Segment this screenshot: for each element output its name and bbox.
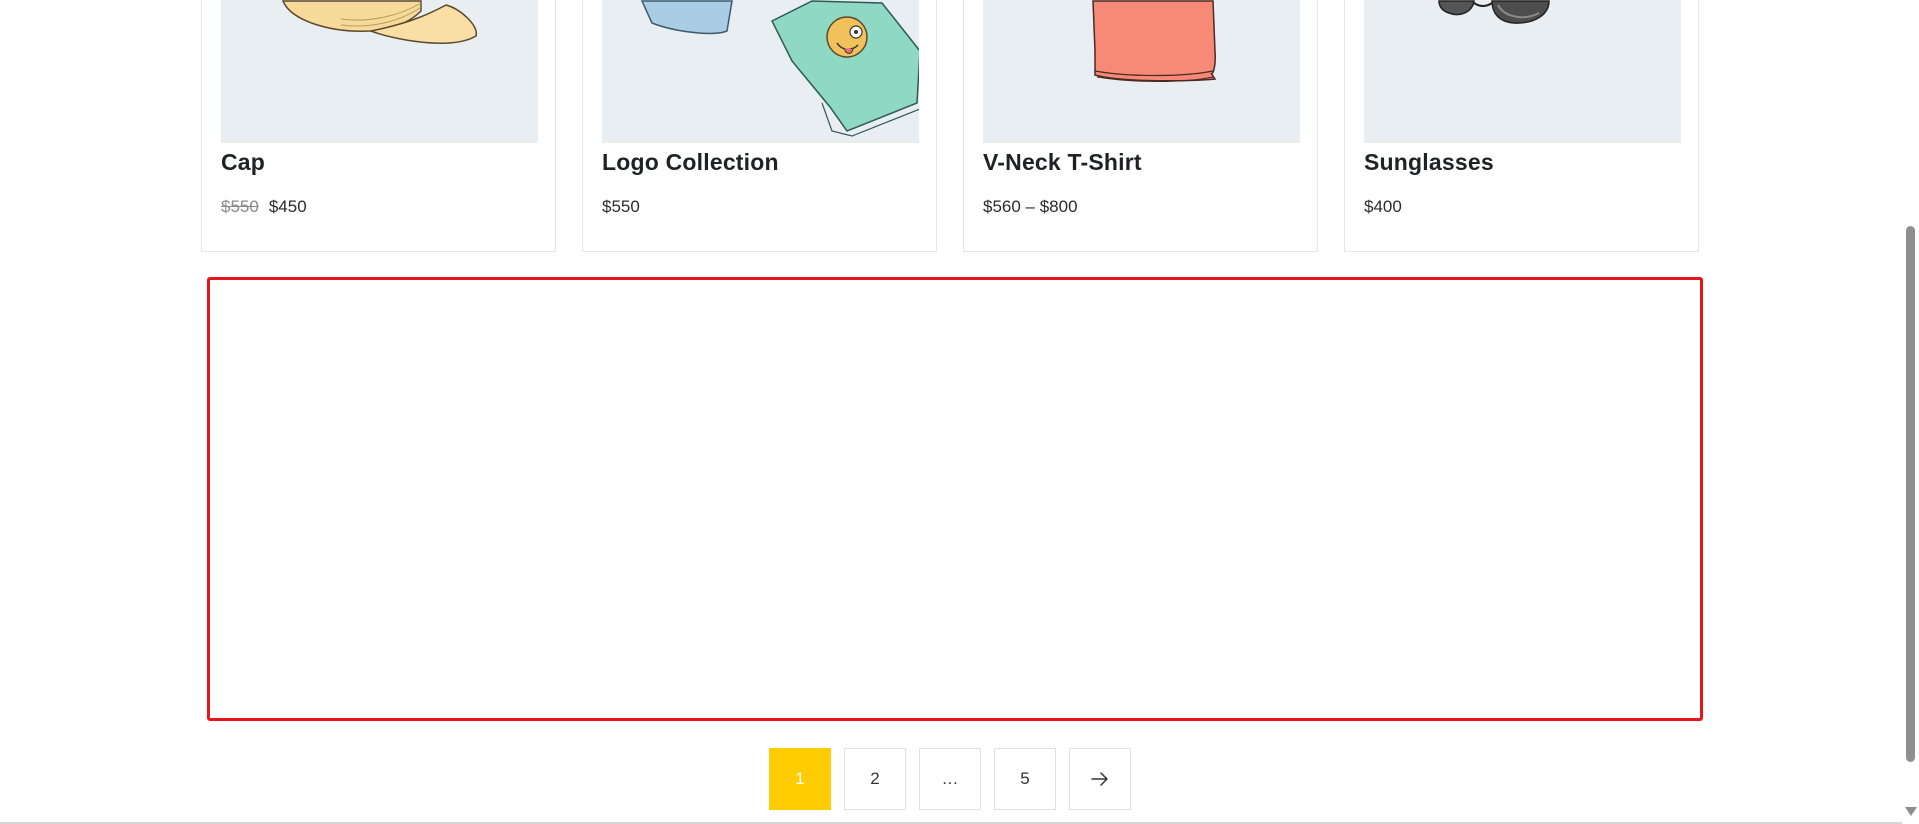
highlight-region — [207, 277, 1703, 721]
pagination: 1 2 … 5 — [769, 748, 1131, 810]
page-2-button[interactable]: 2 — [844, 748, 906, 810]
product-grid: Cap $550 $450 Logo Collection $550 V-Nec… — [201, 0, 1701, 252]
scrollbar-thumb[interactable] — [1906, 226, 1915, 762]
product-title[interactable]: V-Neck T-Shirt — [983, 149, 1142, 176]
product-price: $400 — [1364, 197, 1402, 216]
product-price: $550 — [602, 197, 640, 216]
sunglasses-image[interactable] — [1364, 0, 1681, 143]
page-1-button[interactable]: 1 — [769, 748, 831, 810]
scroll-down-arrow-icon[interactable] — [1905, 807, 1917, 816]
product-price: $550 $450 — [221, 197, 307, 217]
page-ellipsis: … — [919, 748, 981, 810]
product-title[interactable]: Logo Collection — [602, 149, 779, 176]
product-price: $560 – $800 — [983, 197, 1078, 216]
product-card-logo-collection[interactable]: Logo Collection $550 — [582, 0, 937, 252]
price-old: $550 — [221, 197, 259, 216]
product-card-vneck-tshirt[interactable]: V-Neck T-Shirt $560 – $800 — [963, 0, 1318, 252]
vertical-scrollbar[interactable] — [1902, 0, 1919, 824]
cap-image[interactable] — [221, 0, 538, 143]
page: Cap $550 $450 Logo Collection $550 V-Nec… — [0, 0, 1919, 824]
product-title[interactable]: Cap — [221, 149, 265, 176]
logo-collection-image[interactable] — [602, 0, 919, 143]
vneck-tshirt-image[interactable] — [983, 0, 1300, 143]
arrow-right-icon — [1091, 772, 1108, 786]
price-sale: $450 — [268, 197, 307, 216]
product-card-cap[interactable]: Cap $550 $450 — [201, 0, 556, 252]
page-5-button[interactable]: 5 — [994, 748, 1056, 810]
product-card-sunglasses[interactable]: Sunglasses $400 — [1344, 0, 1699, 252]
next-page-button[interactable] — [1069, 748, 1131, 810]
product-title[interactable]: Sunglasses — [1364, 149, 1494, 176]
